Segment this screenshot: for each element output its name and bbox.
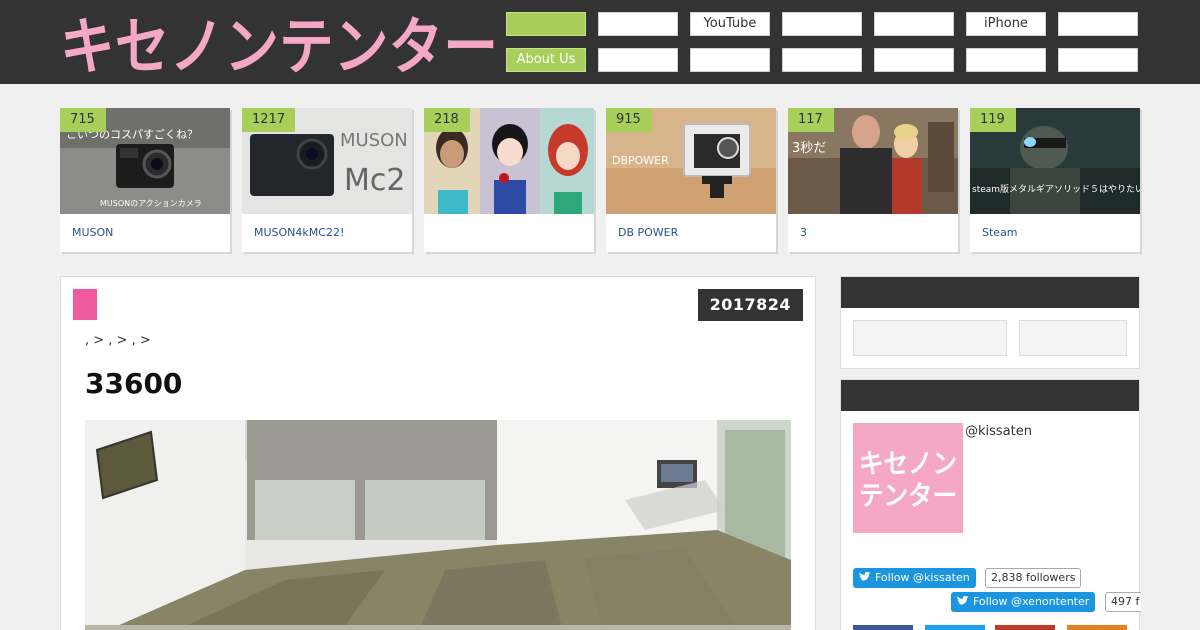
nav-item-11[interactable] [782, 48, 862, 72]
site-header: キセノンテンター YouTube iPhone About Us [0, 0, 1200, 84]
nav-item-1[interactable] [506, 12, 586, 36]
twitter-bird-icon [859, 569, 871, 589]
follow-label: Follow @kissaten [875, 571, 970, 584]
view-count: 915 [606, 108, 652, 132]
article-image [85, 420, 791, 630]
profile-handle[interactable]: @kissaten [965, 424, 1032, 439]
follower-count-2[interactable]: 497 f [1105, 592, 1141, 612]
widget-header [841, 277, 1139, 308]
logo-text: キセノンテンター [60, 10, 498, 74]
popular-card[interactable]: steam版メタルギアソリッド５はやりたい放 119 Steam [970, 108, 1140, 252]
nav-item-12[interactable] [874, 48, 954, 72]
follow-label: Follow @xenontenter [973, 595, 1090, 608]
view-count: 119 [970, 108, 1016, 132]
sidebar-tab-2[interactable] [1019, 320, 1127, 356]
nav-item-13[interactable] [966, 48, 1046, 72]
thumb-caption: 3秒だ [792, 141, 826, 156]
follower-count[interactable]: 2,838 followers [985, 568, 1082, 588]
avatar-text-1: キセノン [859, 449, 957, 480]
popular-card[interactable]: MUSON Mc2 1217 MUSON4kMC22! [242, 108, 412, 252]
popular-card[interactable]: DBPOWER 915 DB POWER [606, 108, 776, 252]
profile-avatar[interactable]: キセノン テンター [853, 423, 963, 533]
card-title[interactable]: DB POWER [618, 226, 678, 239]
sidebar-tab-1[interactable] [853, 320, 1007, 356]
view-count: 715 [60, 108, 106, 132]
nav-item-14[interactable] [1058, 48, 1138, 72]
share-google-button[interactable] [995, 625, 1055, 630]
thumb-caption: MUSON [340, 130, 408, 151]
share-rss-button[interactable] [1067, 625, 1127, 630]
post-date: 2017824 [697, 289, 803, 321]
popular-card[interactable]: 218 [424, 108, 594, 252]
nav-item-7[interactable] [1058, 12, 1138, 36]
card-title[interactable]: Steam [982, 226, 1018, 239]
follow-button-2[interactable]: Follow @xenontenter [951, 592, 1096, 613]
article-title: 33600 [85, 367, 183, 400]
nav-item-10[interactable] [690, 48, 770, 72]
popular-card[interactable]: 3秒だ 117 3 [788, 108, 958, 252]
nav-item-4[interactable] [782, 12, 862, 36]
card-title[interactable]: 3 [800, 226, 807, 239]
thumb-subcaption: Mc2 [344, 163, 405, 198]
twitter-bird-icon [957, 593, 969, 613]
popular-card[interactable]: こいつのコスパすごくね？ MUSONのアクションカメラ 715 MUSON [60, 108, 230, 252]
view-count: 117 [788, 108, 834, 132]
thumb-caption: DBPOWER [612, 154, 669, 167]
nav-item-about-us[interactable]: About Us [506, 48, 586, 72]
nav-item-2[interactable] [598, 12, 678, 36]
view-count: 218 [424, 108, 470, 132]
card-title[interactable]: MUSON4kMC22! [254, 226, 344, 239]
nav-item-iphone[interactable]: iPhone [966, 12, 1046, 36]
nav-item-5[interactable] [874, 12, 954, 36]
category-tag[interactable] [73, 289, 97, 320]
nav-item-youtube[interactable]: YouTube [690, 12, 770, 36]
breadcrumb[interactable]: , > , > , > [85, 333, 151, 348]
widget-header [841, 380, 1139, 411]
follow-button[interactable]: Follow @kissaten [853, 568, 976, 588]
view-count: 1217 [242, 108, 296, 132]
card-title[interactable]: MUSON [72, 226, 113, 239]
sidebar-widget-profile: キセノン テンター @kissaten Follow @kissaten 2,8… [840, 379, 1141, 630]
nav-item-9[interactable] [598, 48, 678, 72]
thumb-caption: steam版メタルギアソリッド５はやりたい放 [972, 183, 1140, 195]
site-logo[interactable]: キセノンテンター [60, 10, 500, 74]
share-facebook-button[interactable] [853, 625, 913, 630]
share-twitter-button[interactable] [925, 625, 985, 630]
avatar-text-2: テンター [859, 481, 957, 512]
sidebar-widget-tabs [840, 276, 1140, 369]
thumb-subcaption: MUSONのアクションカメラ [100, 199, 202, 208]
article: 2017824 , > , > , > 33600 [60, 276, 816, 630]
